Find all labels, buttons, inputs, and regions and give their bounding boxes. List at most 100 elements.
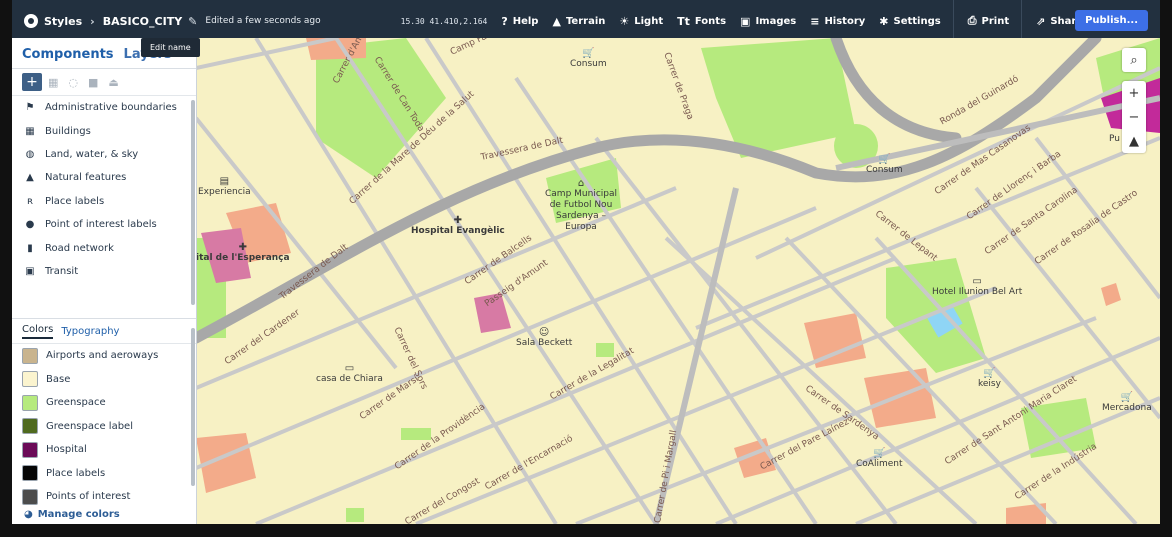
zoom-out-icon[interactable]: −	[1122, 105, 1146, 129]
chevron-right-icon: ›	[90, 14, 95, 28]
color-item[interactable]: Points of interest	[12, 485, 196, 509]
color-item[interactable]: Airports and aeroways	[12, 344, 196, 368]
print-icon: ⎙	[967, 14, 977, 27]
palette-icon: ◕	[24, 509, 33, 520]
component-item[interactable]: ● Point of interest labels	[12, 213, 196, 236]
font-icon: Tt	[677, 14, 690, 28]
lodging-icon: ▭	[972, 276, 982, 287]
color-swatch[interactable]	[22, 347, 38, 364]
component-item[interactable]: ◍ Land, water, & sky	[12, 143, 196, 166]
tab-typography[interactable]: Typography	[61, 326, 119, 337]
publish-button[interactable]: Publish...	[1075, 10, 1148, 31]
mountain-icon: ▲	[26, 172, 34, 184]
place-label: ▤ Experiencia	[198, 176, 251, 197]
mountain-icon: ▲	[552, 14, 561, 28]
help-button[interactable]: ? Help	[501, 15, 538, 28]
road-icon: ▮	[27, 242, 33, 254]
compass-icon[interactable]: ▲	[1122, 129, 1146, 153]
poi-label: ☺ Sala Beckett	[516, 327, 573, 348]
hospital-label: ✚ Hospital Evangèlic	[411, 215, 505, 236]
poi-label: Pu	[1109, 134, 1120, 144]
color-swatch[interactable]	[22, 465, 38, 482]
component-item[interactable]: ▣ Transit	[12, 260, 196, 283]
hospital-cross-icon: ✚	[453, 215, 463, 226]
shopping-cart-icon: 🛒	[582, 48, 595, 59]
component-item[interactable]: ʀ Place labels	[12, 190, 196, 213]
color-item[interactable]: Hospital	[12, 438, 196, 462]
scrollbar[interactable]	[191, 328, 195, 486]
color-swatch[interactable]	[22, 488, 38, 505]
sun-icon: ☀	[619, 14, 630, 28]
poi-label: 🛒 keisy	[978, 368, 1001, 389]
hide-icon[interactable]: ◌	[68, 76, 78, 89]
flag-icon: ⚑	[25, 102, 35, 114]
component-item[interactable]: ▲ Natural features	[12, 166, 196, 189]
history-icon: ≡	[810, 14, 820, 28]
shopping-cart-icon: 🛒	[873, 448, 886, 459]
shopping-cart-icon: 🛒	[878, 154, 891, 165]
zoom-controls: + − ▲	[1122, 81, 1146, 153]
history-button[interactable]: ≡ History	[810, 15, 865, 28]
map-search[interactable]: ⌕	[1122, 48, 1146, 72]
images-button[interactable]: ▣ Images	[740, 15, 796, 28]
color-swatch[interactable]	[22, 394, 38, 411]
gear-icon: ✱	[879, 14, 889, 28]
component-toolbar: + ▦ ◌ ■ ⏏	[12, 69, 196, 96]
tab-colors[interactable]: Colors	[22, 324, 54, 339]
globe-icon: ◍	[25, 148, 35, 160]
building-icon: ▦	[25, 125, 35, 137]
color-swatch[interactable]	[22, 418, 38, 435]
add-component-button[interactable]: +	[22, 73, 42, 91]
terrain-button[interactable]: ▲ Terrain	[552, 15, 605, 28]
divider	[952, 0, 954, 42]
poi-label: 🛒 Consum	[570, 48, 607, 69]
print-button[interactable]: ⎙ Print	[968, 14, 1009, 28]
style-name[interactable]: BASICO_CITY	[103, 15, 182, 28]
color-item[interactable]: Place labels	[12, 462, 196, 486]
top-bar: Styles › BASICO_CITY ✎ Edited a few seco…	[12, 0, 1160, 42]
light-button[interactable]: ☀ Light	[619, 15, 663, 28]
trash-icon[interactable]: ■	[88, 76, 98, 89]
shopping-cart-icon: 🛒	[983, 368, 996, 379]
color-item[interactable]: Greenspace label	[12, 415, 196, 439]
styles-breadcrumb[interactable]: Styles › BASICO_CITY ✎	[24, 14, 197, 28]
fonts-button[interactable]: Tt Fonts	[677, 15, 726, 28]
color-swatch[interactable]	[22, 371, 38, 388]
poi-label: 🛒 Mercadona	[1102, 392, 1152, 413]
map-canvas[interactable]: ▤ Experiencia ✚ Hospital Evangèlic ✚ ital d…	[196, 38, 1160, 524]
layers-icon[interactable]: ▦	[48, 76, 58, 89]
manage-colors-button[interactable]: ◕ Manage colors	[24, 509, 120, 520]
poi-label: ▭ casa de Chiara	[316, 363, 383, 384]
question-icon: ?	[501, 14, 508, 28]
search-icon[interactable]: ⌕	[1122, 48, 1146, 72]
map-coordinates: 15.30 41.410,2.164	[400, 16, 488, 26]
app-name[interactable]: Styles	[44, 15, 82, 28]
shopping-cart-icon: 🛒	[1120, 392, 1134, 403]
color-item[interactable]: Base	[12, 368, 196, 392]
stadium-icon: ⌂	[577, 178, 585, 189]
poi-label: 🛒 CoAliment	[856, 448, 903, 469]
color-swatch[interactable]	[22, 441, 38, 458]
hospital-label: ✚ ital de l'Esperança	[196, 242, 290, 263]
place-label-icon: ʀ	[26, 195, 34, 207]
component-item[interactable]: ⚑ Administrative boundaries	[12, 96, 196, 119]
pin-icon: ●	[25, 219, 35, 231]
sidebar: Components Layers + ▦ ◌ ■ ⏏ ⚑Administrat…	[12, 38, 197, 524]
component-item[interactable]: ▮ Road network	[12, 236, 196, 259]
theater-icon: ☺	[538, 327, 550, 338]
poi-label: ▭ Hotel Ilunion Bel Art	[932, 276, 1023, 297]
logo-icon	[24, 14, 38, 28]
divider	[1021, 0, 1023, 42]
component-item[interactable]: ▦ Buildings	[12, 119, 196, 142]
hospital-cross-icon: ✚	[238, 242, 247, 253]
tab-components[interactable]: Components	[22, 47, 114, 68]
zoom-in-icon[interactable]: +	[1122, 81, 1146, 105]
building-icon: ▤	[219, 176, 230, 187]
eject-icon[interactable]: ⏏	[108, 76, 118, 89]
pencil-icon[interactable]: ✎	[188, 15, 197, 28]
scrollbar[interactable]	[191, 100, 195, 305]
edit-name-tooltip: Edit name	[141, 38, 200, 57]
settings-button[interactable]: ✱ Settings	[879, 15, 940, 28]
color-item[interactable]: Greenspace	[12, 391, 196, 415]
lodging-icon: ▭	[344, 363, 355, 374]
